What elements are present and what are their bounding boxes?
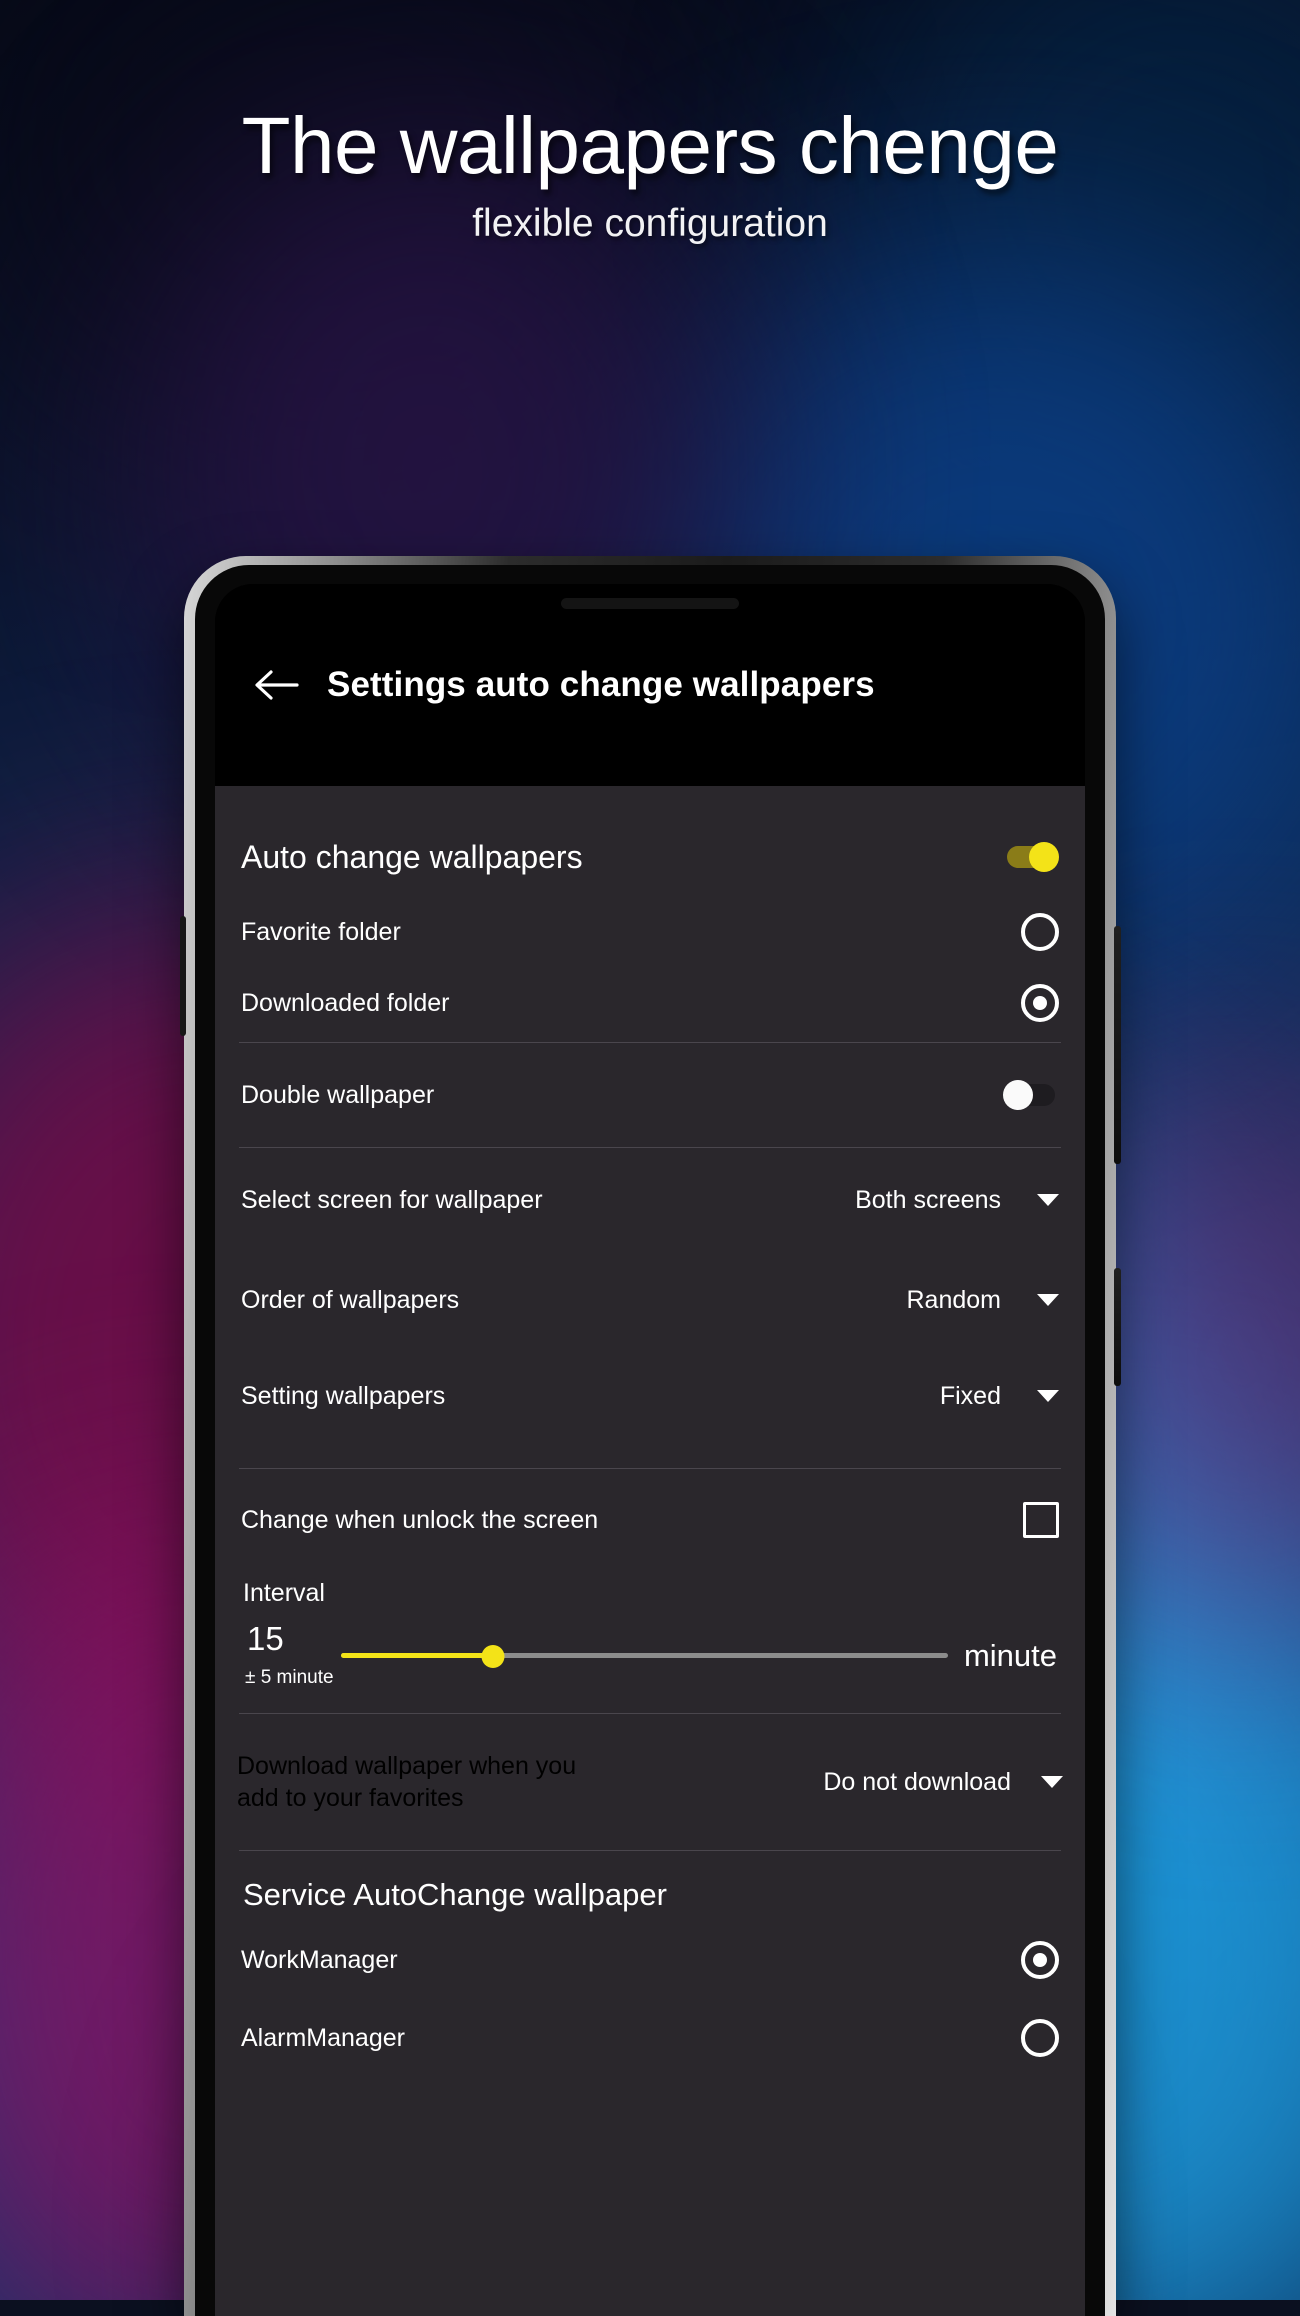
workmanager-radio[interactable] — [1021, 1941, 1059, 1979]
service-section-title: Service AutoChange wallpaper — [243, 1877, 667, 1912]
phone-mockup: Settings auto change wallpapers Auto cha… — [180, 556, 1121, 2316]
earpiece-speaker-icon — [561, 598, 739, 609]
chevron-down-icon[interactable] — [1037, 1194, 1059, 1206]
radio-dot — [1033, 996, 1047, 1010]
toggle-thumb — [1003, 1080, 1033, 1110]
settings-list: Auto change wallpapers Favorite folder D… — [215, 786, 1085, 2316]
double-wallpaper-toggle[interactable] — [1003, 1080, 1059, 1110]
promo-subtitle: flexible configuration — [472, 202, 828, 245]
download-wallpaper-label: Download wallpaper when you add to your … — [237, 1752, 577, 1812]
slider-fill — [341, 1652, 493, 1658]
select-screen-label: Select screen for wallpaper — [241, 1185, 543, 1214]
downloaded-folder-label: Downloaded folder — [241, 988, 450, 1017]
favorite-folder-radio[interactable] — [1021, 913, 1059, 951]
arrow-left-icon — [253, 667, 299, 703]
row-auto-change-wallpapers[interactable]: Auto change wallpapers — [237, 814, 1063, 900]
volume-button[interactable] — [1114, 926, 1121, 1164]
chevron-down-icon[interactable] — [1037, 1294, 1059, 1306]
workmanager-label: WorkManager — [241, 1945, 398, 1974]
order-of-wallpapers-value: Random — [906, 1285, 1002, 1314]
download-wallpaper-value: Do not download — [823, 1767, 1011, 1796]
interval-slider[interactable] — [341, 1638, 948, 1674]
row-select-screen[interactable]: Select screen for wallpaper Both screens — [237, 1148, 1063, 1252]
double-wallpaper-label: Double wallpaper — [241, 1080, 435, 1109]
interval-unit: minute — [963, 1637, 1057, 1673]
row-double-wallpaper[interactable]: Double wallpaper — [237, 1043, 1063, 1147]
downloaded-folder-radio[interactable] — [1021, 984, 1059, 1022]
interval-row: 15 ± 5 minute minute — [243, 1622, 1057, 1689]
auto-change-wallpapers-toggle[interactable] — [1003, 842, 1059, 872]
order-of-wallpapers-label: Order of wallpapers — [241, 1285, 460, 1314]
row-download-wallpaper[interactable]: Download wallpaper when you add to your … — [237, 1714, 1063, 1850]
promo-header: The wallpapers chenge flexible configura… — [0, 0, 1300, 245]
power-button[interactable] — [1114, 1268, 1121, 1386]
promo-title: The wallpapers chenge — [241, 101, 1059, 190]
chevron-down-icon[interactable] — [1037, 1390, 1059, 1402]
back-button[interactable] — [227, 636, 325, 734]
left-side-button[interactable] — [180, 916, 186, 1036]
row-setting-wallpapers[interactable]: Setting wallpapers Fixed — [237, 1348, 1063, 1444]
app-bar: Settings auto change wallpapers — [215, 584, 1085, 786]
row-workmanager[interactable]: WorkManager — [237, 1917, 1063, 2003]
interval-delta: ± 5 minute — [245, 1667, 334, 1688]
row-change-when-unlock[interactable]: Change when unlock the screen — [237, 1469, 1063, 1571]
change-when-unlock-label: Change when unlock the screen — [241, 1505, 599, 1534]
row-favorite-folder[interactable]: Favorite folder — [237, 900, 1063, 964]
interval-value: 15 — [247, 1620, 284, 1657]
auto-change-wallpapers-label: Auto change wallpapers — [241, 838, 583, 875]
alarmmanager-label: AlarmManager — [241, 2023, 405, 2052]
setting-wallpapers-value: Fixed — [939, 1381, 1001, 1410]
interval-readout: 15 ± 5 minute — [243, 1622, 335, 1689]
interval-label: Interval — [243, 1579, 325, 1607]
slider-thumb[interactable] — [481, 1644, 505, 1668]
chevron-down-icon[interactable] — [1041, 1776, 1063, 1788]
select-screen-value: Both screens — [855, 1185, 1001, 1214]
favorite-folder-label: Favorite folder — [241, 917, 401, 946]
change-when-unlock-checkbox[interactable] — [1023, 1502, 1059, 1538]
interval-block: Interval 15 ± 5 minute minute — [237, 1571, 1063, 1695]
setting-wallpapers-label: Setting wallpapers — [241, 1381, 446, 1410]
toggle-thumb — [1029, 842, 1059, 872]
page-title: Settings auto change wallpapers — [327, 665, 875, 704]
row-downloaded-folder[interactable]: Downloaded folder — [237, 964, 1063, 1042]
row-alarmmanager[interactable]: AlarmManager — [237, 2003, 1063, 2073]
phone-screen: Settings auto change wallpapers Auto cha… — [215, 584, 1085, 2316]
radio-dot — [1033, 1953, 1047, 1967]
row-order-of-wallpapers[interactable]: Order of wallpapers Random — [237, 1252, 1063, 1348]
alarmmanager-radio[interactable] — [1021, 2019, 1059, 2057]
